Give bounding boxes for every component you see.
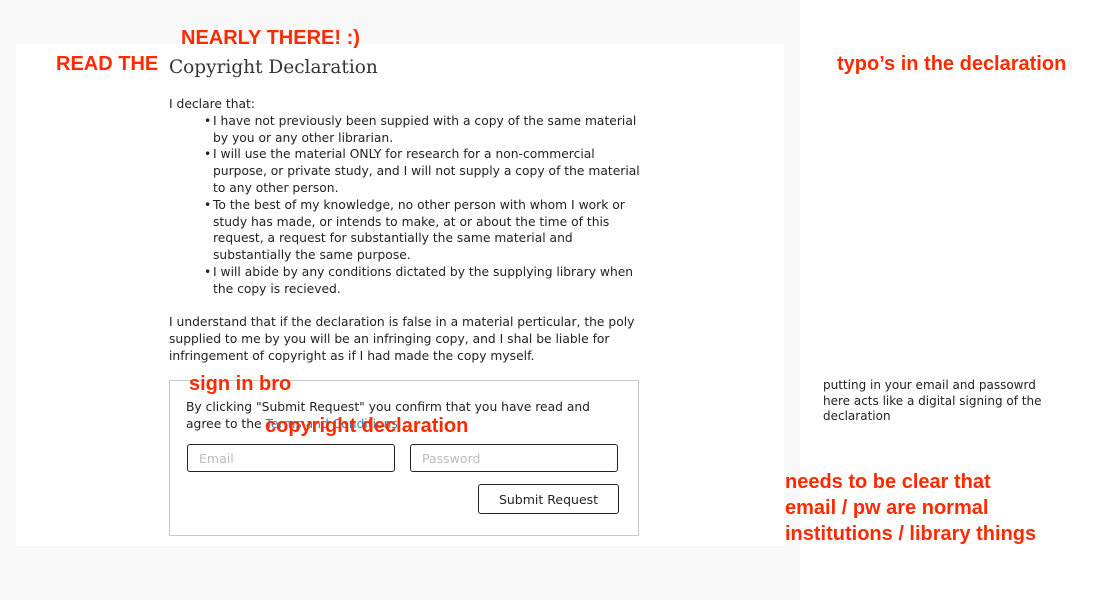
declaration-item: I will use the material ONLY for researc… (204, 146, 649, 196)
annotation-sign-in: sign in bro (189, 373, 292, 395)
page-title: Copyright Declaration (169, 57, 378, 78)
email-input[interactable] (187, 444, 395, 472)
annotation-read-the: READ THE (56, 53, 159, 75)
declaration-item: To the best of my knowledge, no other pe… (204, 197, 649, 264)
annotation-typos: typo’s in the declaration (837, 53, 1067, 75)
password-input[interactable] (410, 444, 618, 472)
declaration-list: I have not previously been suppied with … (169, 113, 649, 298)
declaration-intro: I declare that: (169, 97, 255, 111)
submit-request-button[interactable]: Submit Request (478, 484, 619, 514)
declaration-item: I will abide by any conditions dictated … (204, 264, 649, 298)
annotation-note: putting in your email and passowrd here … (823, 378, 1042, 423)
declaration-body: I declare that: I have not previously be… (169, 96, 649, 365)
annotation-clear-2: email / pw are normal (785, 497, 989, 519)
annotation-clear-3: institutions / library things (785, 523, 1037, 545)
annotation-nearly-there: NEARLY THERE! :) (181, 27, 360, 49)
declaration-item: I have not previously been suppied with … (204, 113, 649, 147)
sign-in-box: By clicking "Submit Request" you confirm… (169, 380, 639, 536)
annotation-clear-1: needs to be clear that (785, 471, 991, 493)
understanding-paragraph: I understand that if the declaration is … (169, 315, 635, 363)
annotation-copyright: copyright declaration (265, 415, 469, 437)
